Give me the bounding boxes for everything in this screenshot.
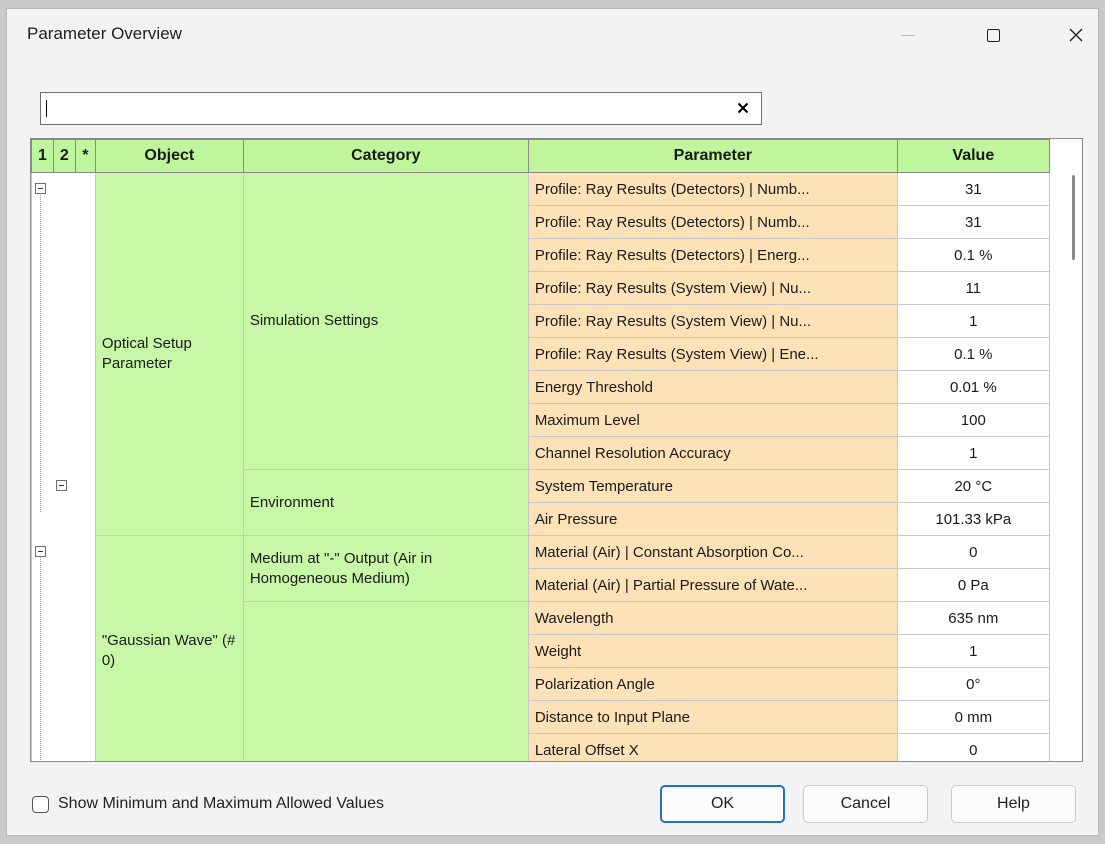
level-all-header[interactable]: *	[74, 139, 96, 173]
parameter-cell: Distance to Input Plane	[527, 700, 898, 734]
parameter-cell: Profile: Ray Results (System View) | Nu.…	[527, 271, 898, 305]
title-bar: Parameter Overview	[7, 9, 1098, 61]
value-cell[interactable]: 0	[896, 733, 1050, 761]
parameter-grid: 1 2 * Object Category Parameter Value Op…	[30, 138, 1083, 762]
maximize-icon	[986, 28, 1000, 42]
value-column-header[interactable]: Value	[896, 139, 1050, 173]
show-min-max-label[interactable]: Show Minimum and Maximum Allowed Values	[58, 795, 384, 813]
parameter-cell: Wavelength	[527, 601, 898, 635]
maximize-button[interactable]	[970, 9, 1016, 61]
text-caret	[46, 100, 47, 117]
parameter-cell: Profile: Ray Results (System View) | Nu.…	[527, 304, 898, 338]
scrollbar-thumb[interactable]	[1072, 175, 1075, 260]
category-cell: Environment	[242, 469, 529, 536]
category-cell	[242, 601, 529, 761]
value-cell[interactable]: 1	[896, 436, 1050, 470]
value-cell[interactable]: 101.33 kPa	[896, 502, 1050, 536]
value-cell[interactable]: 0 Pa	[896, 568, 1050, 602]
minimize-button[interactable]	[885, 9, 931, 61]
object-cell: "Gaussian Wave" (# 0)	[94, 535, 244, 761]
tree-gutter-1	[31, 172, 96, 536]
window-title: Parameter Overview	[27, 24, 182, 43]
value-cell[interactable]: 20 °C	[896, 469, 1050, 503]
value-cell[interactable]: 31	[896, 172, 1050, 206]
close-button[interactable]	[1053, 9, 1099, 61]
value-cell[interactable]: 0	[896, 535, 1050, 569]
collapse-icon[interactable]	[35, 545, 46, 557]
collapse-icon[interactable]	[56, 480, 67, 491]
clear-search-button[interactable]	[735, 98, 751, 118]
category-cell: Medium at "-" Output (Air in Homogeneous…	[242, 535, 529, 602]
value-cell[interactable]: 1	[896, 634, 1050, 668]
category-cell: Simulation Settings	[242, 172, 529, 470]
header-row: 1 2 * Object Category Parameter Value	[31, 139, 1050, 173]
table-row: "Gaussian Wave" (# 0) Medium at "-" Outp…	[31, 535, 1050, 761]
ok-button[interactable]: OK	[660, 785, 785, 823]
parameter-cell: Channel Resolution Accuracy	[527, 436, 898, 470]
parameter-cell: Profile: Ray Results (System View) | Ene…	[527, 337, 898, 371]
parameter-cell: Maximum Level	[527, 403, 898, 437]
value-cell[interactable]: 100	[896, 403, 1050, 437]
parameter-cell: System Temperature	[527, 469, 898, 503]
parameter-cell: Material (Air) | Constant Absorption Co.…	[527, 535, 898, 569]
search-field[interactable]	[40, 92, 762, 125]
cancel-button[interactable]: Cancel	[803, 785, 928, 823]
value-cell[interactable]: 1	[896, 304, 1050, 338]
object-column-header[interactable]: Object	[94, 139, 244, 173]
parameter-table: 1 2 * Object Category Parameter Value Op…	[31, 139, 1050, 761]
parameter-cell: Air Pressure	[527, 502, 898, 536]
value-cell[interactable]: 635 nm	[896, 601, 1050, 635]
show-min-max-checkbox[interactable]	[32, 796, 49, 813]
level-1-header[interactable]: 1	[31, 139, 54, 173]
parameter-cell: Energy Threshold	[527, 370, 898, 404]
table-row: Optical Setup Parameter Simulation Setti…	[31, 172, 1050, 536]
help-button[interactable]: Help	[951, 785, 1076, 823]
parameter-cell: Material (Air) | Partial Pressure of Wat…	[527, 568, 898, 602]
parameter-cell: Profile: Ray Results (Detectors) | Numb.…	[527, 172, 898, 206]
vertical-scrollbar[interactable]	[1064, 139, 1082, 761]
category-column-header[interactable]: Category	[242, 139, 529, 173]
parameter-cell: Lateral Offset X	[527, 733, 898, 761]
value-cell[interactable]: 11	[896, 271, 1050, 305]
parameter-cell: Profile: Ray Results (Detectors) | Numb.…	[527, 205, 898, 239]
parameter-column-header[interactable]: Parameter	[527, 139, 898, 173]
value-cell[interactable]: 0 mm	[896, 700, 1050, 734]
clear-icon	[737, 102, 749, 114]
close-icon	[1069, 28, 1083, 42]
level-2-header[interactable]: 2	[52, 139, 76, 173]
tree-gutter-2	[31, 535, 96, 761]
value-cell[interactable]: 0.1 %	[896, 337, 1050, 371]
minimize-icon	[901, 34, 915, 36]
value-cell[interactable]: 31	[896, 205, 1050, 239]
parameter-cell: Profile: Ray Results (Detectors) | Energ…	[527, 238, 898, 272]
collapse-icon[interactable]	[35, 183, 46, 194]
value-cell[interactable]: 0°	[896, 667, 1050, 701]
object-cell: Optical Setup Parameter	[94, 172, 244, 536]
value-cell[interactable]: 0.01 %	[896, 370, 1050, 404]
search-input[interactable]	[45, 95, 725, 122]
value-cell[interactable]: 0.1 %	[896, 238, 1050, 272]
parameter-cell: Weight	[527, 634, 898, 668]
parameter-cell: Polarization Angle	[527, 667, 898, 701]
